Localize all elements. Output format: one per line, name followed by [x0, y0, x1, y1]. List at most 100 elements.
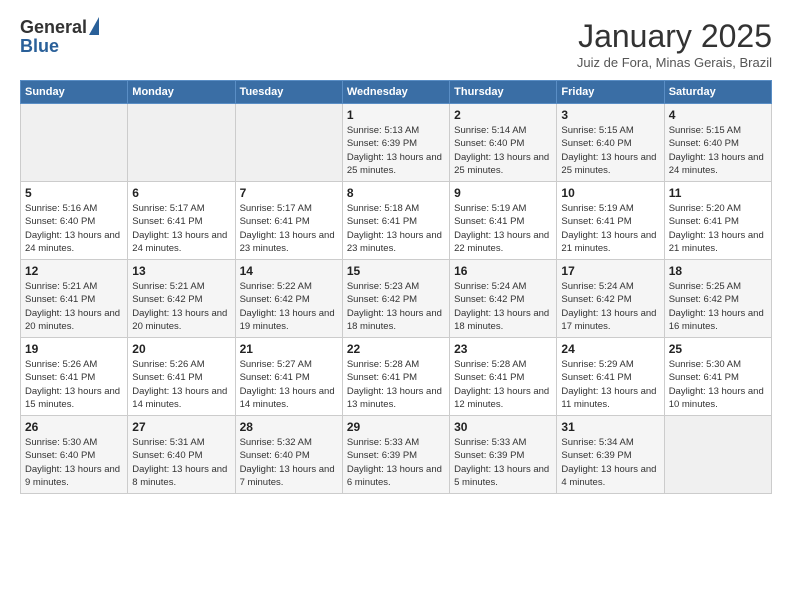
calendar-cell: 8 Sunrise: 5:18 AMSunset: 6:41 PMDaylight…: [342, 182, 449, 260]
calendar-cell: [664, 416, 771, 494]
cell-info: Sunrise: 5:21 AMSunset: 6:41 PMDaylight:…: [25, 280, 123, 333]
cell-date: 4: [669, 108, 767, 122]
calendar-cell: 10 Sunrise: 5:19 AMSunset: 6:41 PMDayligh…: [557, 182, 664, 260]
cell-info: Sunrise: 5:19 AMSunset: 6:41 PMDaylight:…: [561, 202, 659, 255]
cell-info: Sunrise: 5:15 AMSunset: 6:40 PMDaylight:…: [669, 124, 767, 177]
cell-info: Sunrise: 5:21 AMSunset: 6:42 PMDaylight:…: [132, 280, 230, 333]
cell-date: 14: [240, 264, 338, 278]
cell-date: 9: [454, 186, 552, 200]
cell-date: 16: [454, 264, 552, 278]
calendar-cell: [21, 104, 128, 182]
cell-info: Sunrise: 5:27 AMSunset: 6:41 PMDaylight:…: [240, 358, 338, 411]
cell-info: Sunrise: 5:19 AMSunset: 6:41 PMDaylight:…: [454, 202, 552, 255]
logo-blue-text: Blue: [20, 36, 59, 57]
calendar: SundayMondayTuesdayWednesdayThursdayFrid…: [20, 80, 772, 494]
calendar-cell: [235, 104, 342, 182]
cell-date: 18: [669, 264, 767, 278]
cell-date: 15: [347, 264, 445, 278]
calendar-cell: 3 Sunrise: 5:15 AMSunset: 6:40 PMDaylight…: [557, 104, 664, 182]
cell-date: 20: [132, 342, 230, 356]
calendar-cell: 1 Sunrise: 5:13 AMSunset: 6:39 PMDaylight…: [342, 104, 449, 182]
cell-info: Sunrise: 5:22 AMSunset: 6:42 PMDaylight:…: [240, 280, 338, 333]
cell-date: 27: [132, 420, 230, 434]
cell-info: Sunrise: 5:26 AMSunset: 6:41 PMDaylight:…: [25, 358, 123, 411]
cell-info: Sunrise: 5:34 AMSunset: 6:39 PMDaylight:…: [561, 436, 659, 489]
calendar-cell: 15 Sunrise: 5:23 AMSunset: 6:42 PMDayligh…: [342, 260, 449, 338]
calendar-cell: 6 Sunrise: 5:17 AMSunset: 6:41 PMDaylight…: [128, 182, 235, 260]
header: General Blue January 2025 Juiz de Fora, …: [20, 18, 772, 70]
cell-info: Sunrise: 5:15 AMSunset: 6:40 PMDaylight:…: [561, 124, 659, 177]
calendar-cell: 14 Sunrise: 5:22 AMSunset: 6:42 PMDayligh…: [235, 260, 342, 338]
cell-info: Sunrise: 5:26 AMSunset: 6:41 PMDaylight:…: [132, 358, 230, 411]
location-subtitle: Juiz de Fora, Minas Gerais, Brazil: [577, 55, 772, 70]
cell-info: Sunrise: 5:33 AMSunset: 6:39 PMDaylight:…: [347, 436, 445, 489]
col-header-thursday: Thursday: [450, 81, 557, 104]
cell-date: 1: [347, 108, 445, 122]
calendar-cell: 27 Sunrise: 5:31 AMSunset: 6:40 PMDayligh…: [128, 416, 235, 494]
cell-info: Sunrise: 5:32 AMSunset: 6:40 PMDaylight:…: [240, 436, 338, 489]
cell-date: 25: [669, 342, 767, 356]
cell-date: 24: [561, 342, 659, 356]
cell-info: Sunrise: 5:31 AMSunset: 6:40 PMDaylight:…: [132, 436, 230, 489]
cell-date: 8: [347, 186, 445, 200]
cell-date: 11: [669, 186, 767, 200]
calendar-cell: 25 Sunrise: 5:30 AMSunset: 6:41 PMDayligh…: [664, 338, 771, 416]
col-header-saturday: Saturday: [664, 81, 771, 104]
calendar-cell: 24 Sunrise: 5:29 AMSunset: 6:41 PMDayligh…: [557, 338, 664, 416]
cell-date: 19: [25, 342, 123, 356]
cell-date: 30: [454, 420, 552, 434]
cell-info: Sunrise: 5:25 AMSunset: 6:42 PMDaylight:…: [669, 280, 767, 333]
calendar-cell: 21 Sunrise: 5:27 AMSunset: 6:41 PMDayligh…: [235, 338, 342, 416]
cell-info: Sunrise: 5:30 AMSunset: 6:41 PMDaylight:…: [669, 358, 767, 411]
week-row-4: 19 Sunrise: 5:26 AMSunset: 6:41 PMDayligh…: [21, 338, 772, 416]
week-row-2: 5 Sunrise: 5:16 AMSunset: 6:40 PMDaylight…: [21, 182, 772, 260]
cell-date: 3: [561, 108, 659, 122]
cell-date: 23: [454, 342, 552, 356]
calendar-cell: 30 Sunrise: 5:33 AMSunset: 6:39 PMDayligh…: [450, 416, 557, 494]
calendar-cell: 12 Sunrise: 5:21 AMSunset: 6:41 PMDayligh…: [21, 260, 128, 338]
calendar-cell: 20 Sunrise: 5:26 AMSunset: 6:41 PMDayligh…: [128, 338, 235, 416]
cell-info: Sunrise: 5:28 AMSunset: 6:41 PMDaylight:…: [347, 358, 445, 411]
calendar-cell: 31 Sunrise: 5:34 AMSunset: 6:39 PMDayligh…: [557, 416, 664, 494]
col-header-friday: Friday: [557, 81, 664, 104]
cell-date: 13: [132, 264, 230, 278]
cell-info: Sunrise: 5:28 AMSunset: 6:41 PMDaylight:…: [454, 358, 552, 411]
cell-info: Sunrise: 5:33 AMSunset: 6:39 PMDaylight:…: [454, 436, 552, 489]
month-title: January 2025: [577, 18, 772, 55]
calendar-cell: 13 Sunrise: 5:21 AMSunset: 6:42 PMDayligh…: [128, 260, 235, 338]
cell-date: 31: [561, 420, 659, 434]
cell-info: Sunrise: 5:13 AMSunset: 6:39 PMDaylight:…: [347, 124, 445, 177]
logo-general-text: General: [20, 18, 87, 36]
col-header-wednesday: Wednesday: [342, 81, 449, 104]
week-row-1: 1 Sunrise: 5:13 AMSunset: 6:39 PMDaylight…: [21, 104, 772, 182]
cell-info: Sunrise: 5:14 AMSunset: 6:40 PMDaylight:…: [454, 124, 552, 177]
cell-info: Sunrise: 5:17 AMSunset: 6:41 PMDaylight:…: [240, 202, 338, 255]
cell-date: 10: [561, 186, 659, 200]
cell-info: Sunrise: 5:24 AMSunset: 6:42 PMDaylight:…: [454, 280, 552, 333]
cell-date: 6: [132, 186, 230, 200]
cell-date: 12: [25, 264, 123, 278]
cell-date: 29: [347, 420, 445, 434]
calendar-cell: 22Sunrise: 5:28 AMSunset: 6:41 PMDayligh…: [342, 338, 449, 416]
calendar-cell: [128, 104, 235, 182]
cell-info: Sunrise: 5:18 AMSunset: 6:41 PMDaylight:…: [347, 202, 445, 255]
calendar-cell: 4 Sunrise: 5:15 AMSunset: 6:40 PMDaylight…: [664, 104, 771, 182]
cell-info: Sunrise: 5:20 AMSunset: 6:41 PMDaylight:…: [669, 202, 767, 255]
cell-info: Sunrise: 5:23 AMSunset: 6:42 PMDaylight:…: [347, 280, 445, 333]
cell-info: Sunrise: 5:17 AMSunset: 6:41 PMDaylight:…: [132, 202, 230, 255]
logo-triangle-icon: [89, 17, 99, 35]
calendar-cell: 7Sunrise: 5:17 AMSunset: 6:41 PMDaylight…: [235, 182, 342, 260]
cell-date: 26: [25, 420, 123, 434]
cell-info: Sunrise: 5:16 AMSunset: 6:40 PMDaylight:…: [25, 202, 123, 255]
cell-date: 2: [454, 108, 552, 122]
cell-date: 5: [25, 186, 123, 200]
calendar-cell: 26 Sunrise: 5:30 AMSunset: 6:40 PMDayligh…: [21, 416, 128, 494]
cell-info: Sunrise: 5:29 AMSunset: 6:41 PMDaylight:…: [561, 358, 659, 411]
calendar-cell: 19 Sunrise: 5:26 AMSunset: 6:41 PMDayligh…: [21, 338, 128, 416]
cell-info: Sunrise: 5:30 AMSunset: 6:40 PMDaylight:…: [25, 436, 123, 489]
title-block: January 2025 Juiz de Fora, Minas Gerais,…: [577, 18, 772, 70]
calendar-cell: 11 Sunrise: 5:20 AMSunset: 6:41 PMDayligh…: [664, 182, 771, 260]
calendar-header-row: SundayMondayTuesdayWednesdayThursdayFrid…: [21, 81, 772, 104]
calendar-cell: 17Sunrise: 5:24 AMSunset: 6:42 PMDayligh…: [557, 260, 664, 338]
cell-date: 21: [240, 342, 338, 356]
